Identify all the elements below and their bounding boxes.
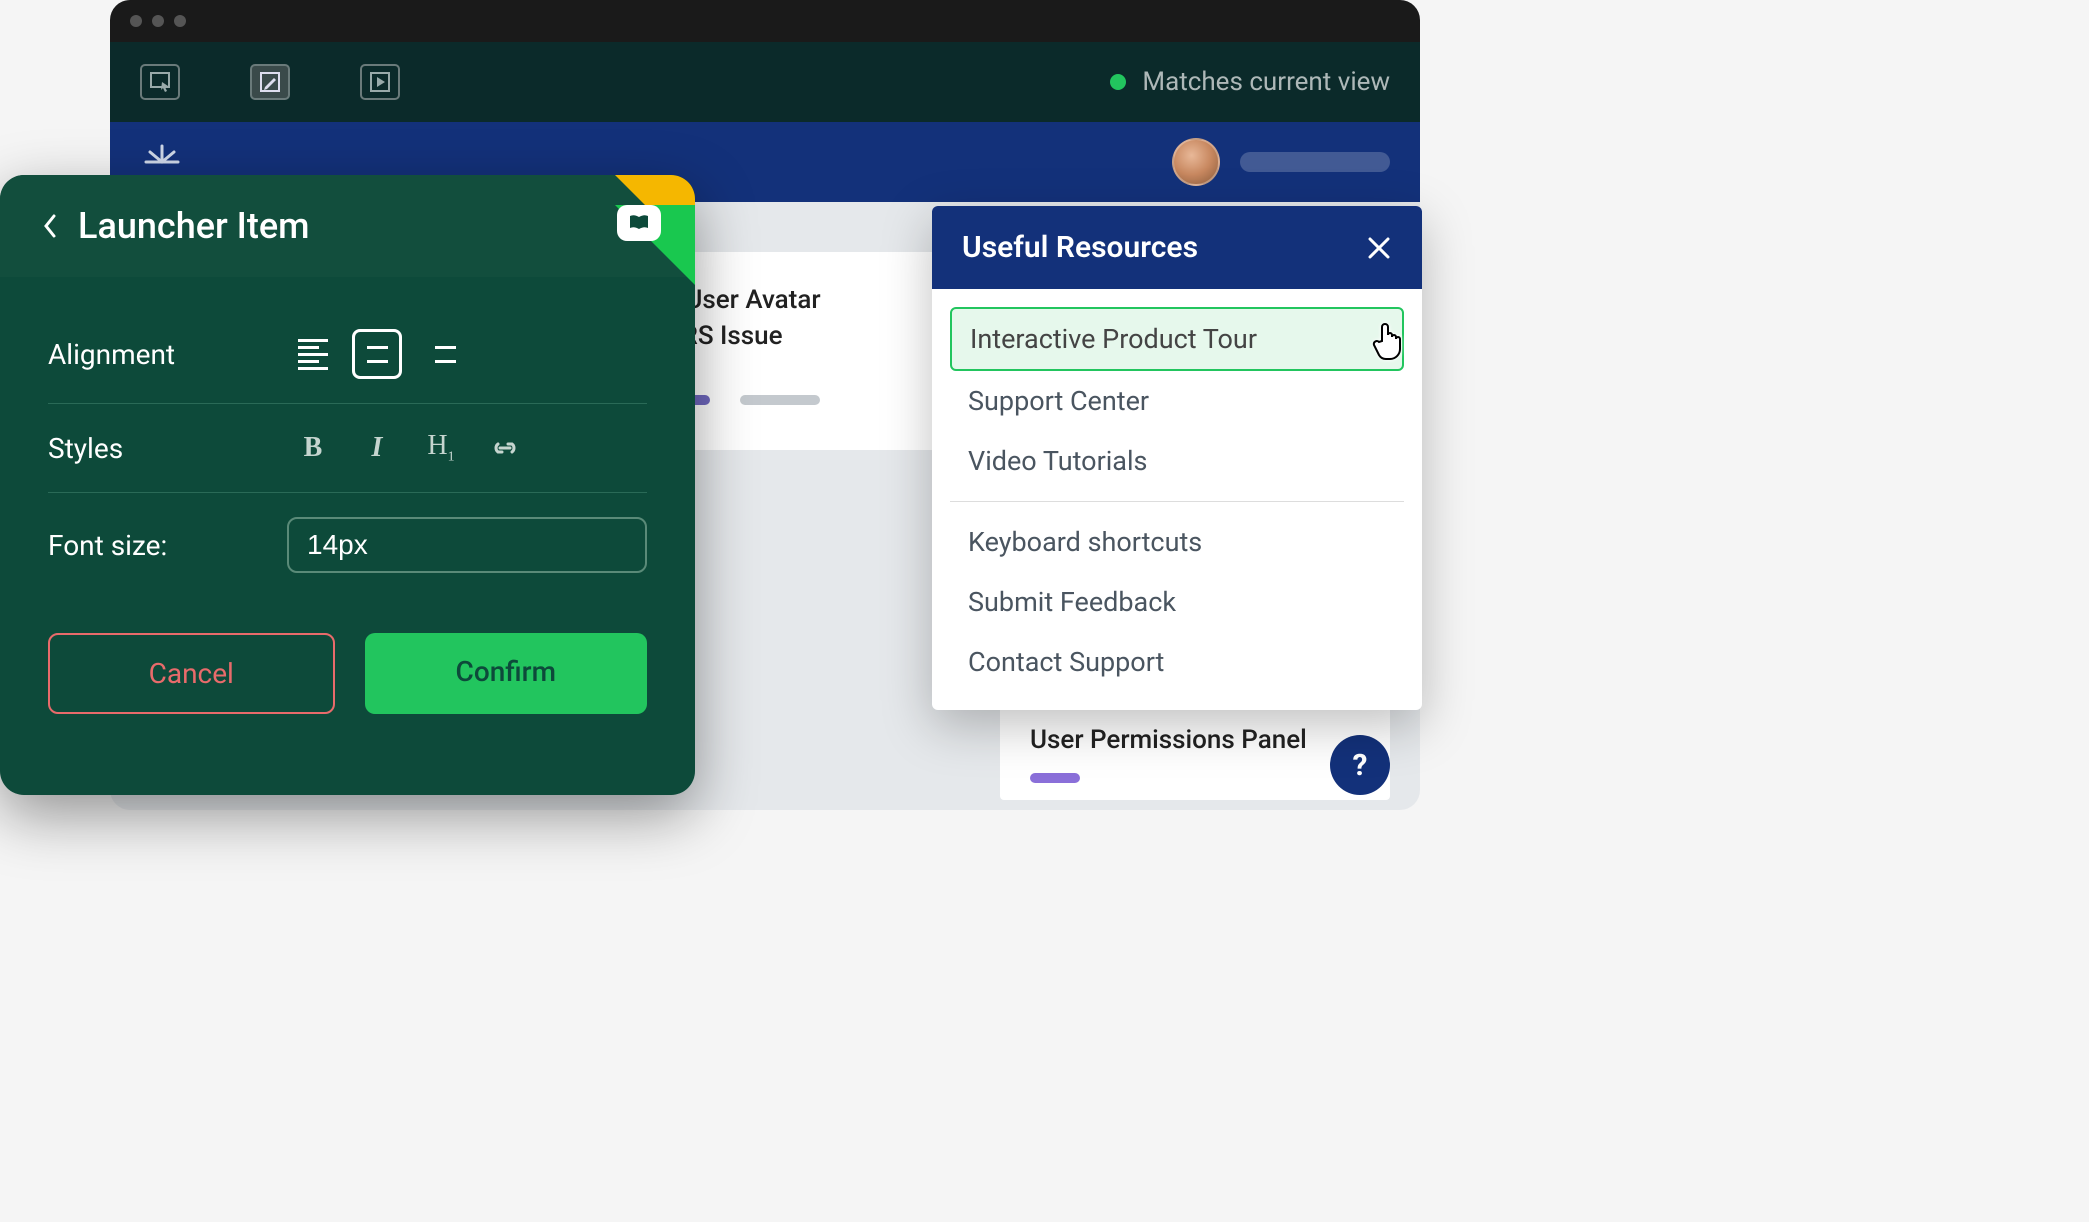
styles-row: Styles B I H1 — [48, 404, 647, 493]
divider — [950, 501, 1404, 502]
resource-item-keyboard-shortcuts[interactable]: Keyboard shortcuts — [950, 512, 1404, 572]
close-icon — [1366, 235, 1392, 261]
align-left-icon — [298, 339, 328, 370]
progress-segment — [1030, 773, 1080, 783]
permissions-card[interactable]: User Permissions Panel — [1000, 700, 1390, 800]
header-placeholder — [1240, 152, 1390, 172]
help-button[interactable]: ? — [1330, 735, 1390, 795]
corner-badge — [575, 175, 695, 295]
resources-header: Useful Resources — [932, 206, 1422, 289]
editor-toolbar: Matches current view — [110, 42, 1420, 122]
resource-item-support-center[interactable]: Support Center — [950, 371, 1404, 431]
book-icon — [617, 205, 661, 241]
resources-popover: Useful Resources Interactive Product Tou… — [932, 206, 1422, 710]
italic-button[interactable]: I — [352, 428, 402, 468]
play-tool-button[interactable] — [360, 64, 400, 100]
cancel-button[interactable]: Cancel — [48, 633, 335, 714]
user-avatar[interactable] — [1172, 138, 1220, 186]
window-titlebar — [110, 0, 1420, 42]
resource-item-product-tour[interactable]: Interactive Product Tour — [950, 307, 1404, 371]
close-button[interactable] — [1366, 235, 1392, 261]
font-size-label: Font size: — [48, 529, 287, 562]
window-dot-minimize[interactable] — [152, 15, 164, 27]
link-icon — [490, 436, 520, 460]
edit-tool-button[interactable] — [250, 64, 290, 100]
font-size-input[interactable] — [287, 517, 647, 573]
status-text: Matches current view — [1142, 67, 1390, 97]
styles-label: Styles — [48, 432, 288, 465]
heading-icon: H1 — [427, 430, 454, 466]
heading-button[interactable]: H1 — [416, 428, 466, 468]
launcher-item-panel: Launcher Item Alignment — [0, 175, 695, 795]
launcher-actions: Cancel Confirm — [48, 633, 647, 714]
resources-title: Useful Resources — [962, 230, 1198, 265]
question-icon: ? — [1353, 748, 1368, 783]
alignment-row: Alignment — [48, 305, 647, 404]
italic-icon: I — [372, 432, 383, 464]
bold-button[interactable]: B — [288, 428, 338, 468]
align-right-icon — [426, 339, 456, 370]
alignment-label: Alignment — [48, 338, 288, 371]
align-right-button[interactable] — [416, 329, 466, 379]
back-button[interactable] — [40, 212, 58, 240]
align-left-button[interactable] — [288, 329, 338, 379]
link-button[interactable] — [480, 428, 530, 468]
align-center-icon — [362, 339, 392, 370]
select-tool-button[interactable] — [140, 64, 180, 100]
launcher-body: Alignment Styles B I H1 — [0, 277, 695, 742]
cursor-hand-icon — [1370, 321, 1406, 361]
status-dot-icon — [1110, 74, 1126, 90]
confirm-button[interactable]: Confirm — [365, 633, 648, 714]
bold-icon: B — [304, 432, 323, 464]
launcher-header: Launcher Item — [0, 175, 695, 277]
permissions-title: User Permissions Panel — [1030, 725, 1360, 755]
resource-item-submit-feedback[interactable]: Submit Feedback — [950, 572, 1404, 632]
launcher-title: Launcher Item — [78, 205, 310, 247]
progress-segment — [740, 395, 820, 405]
align-center-button[interactable] — [352, 329, 402, 379]
resources-body: Interactive Product Tour Support Center … — [932, 289, 1422, 710]
font-size-row: Font size: — [48, 493, 647, 597]
resource-item-video-tutorials[interactable]: Video Tutorials — [950, 431, 1404, 491]
window-dot-maximize[interactable] — [174, 15, 186, 27]
window-dot-close[interactable] — [130, 15, 142, 27]
resource-item-contact-support[interactable]: Contact Support — [950, 632, 1404, 692]
view-status: Matches current view — [1110, 67, 1390, 97]
